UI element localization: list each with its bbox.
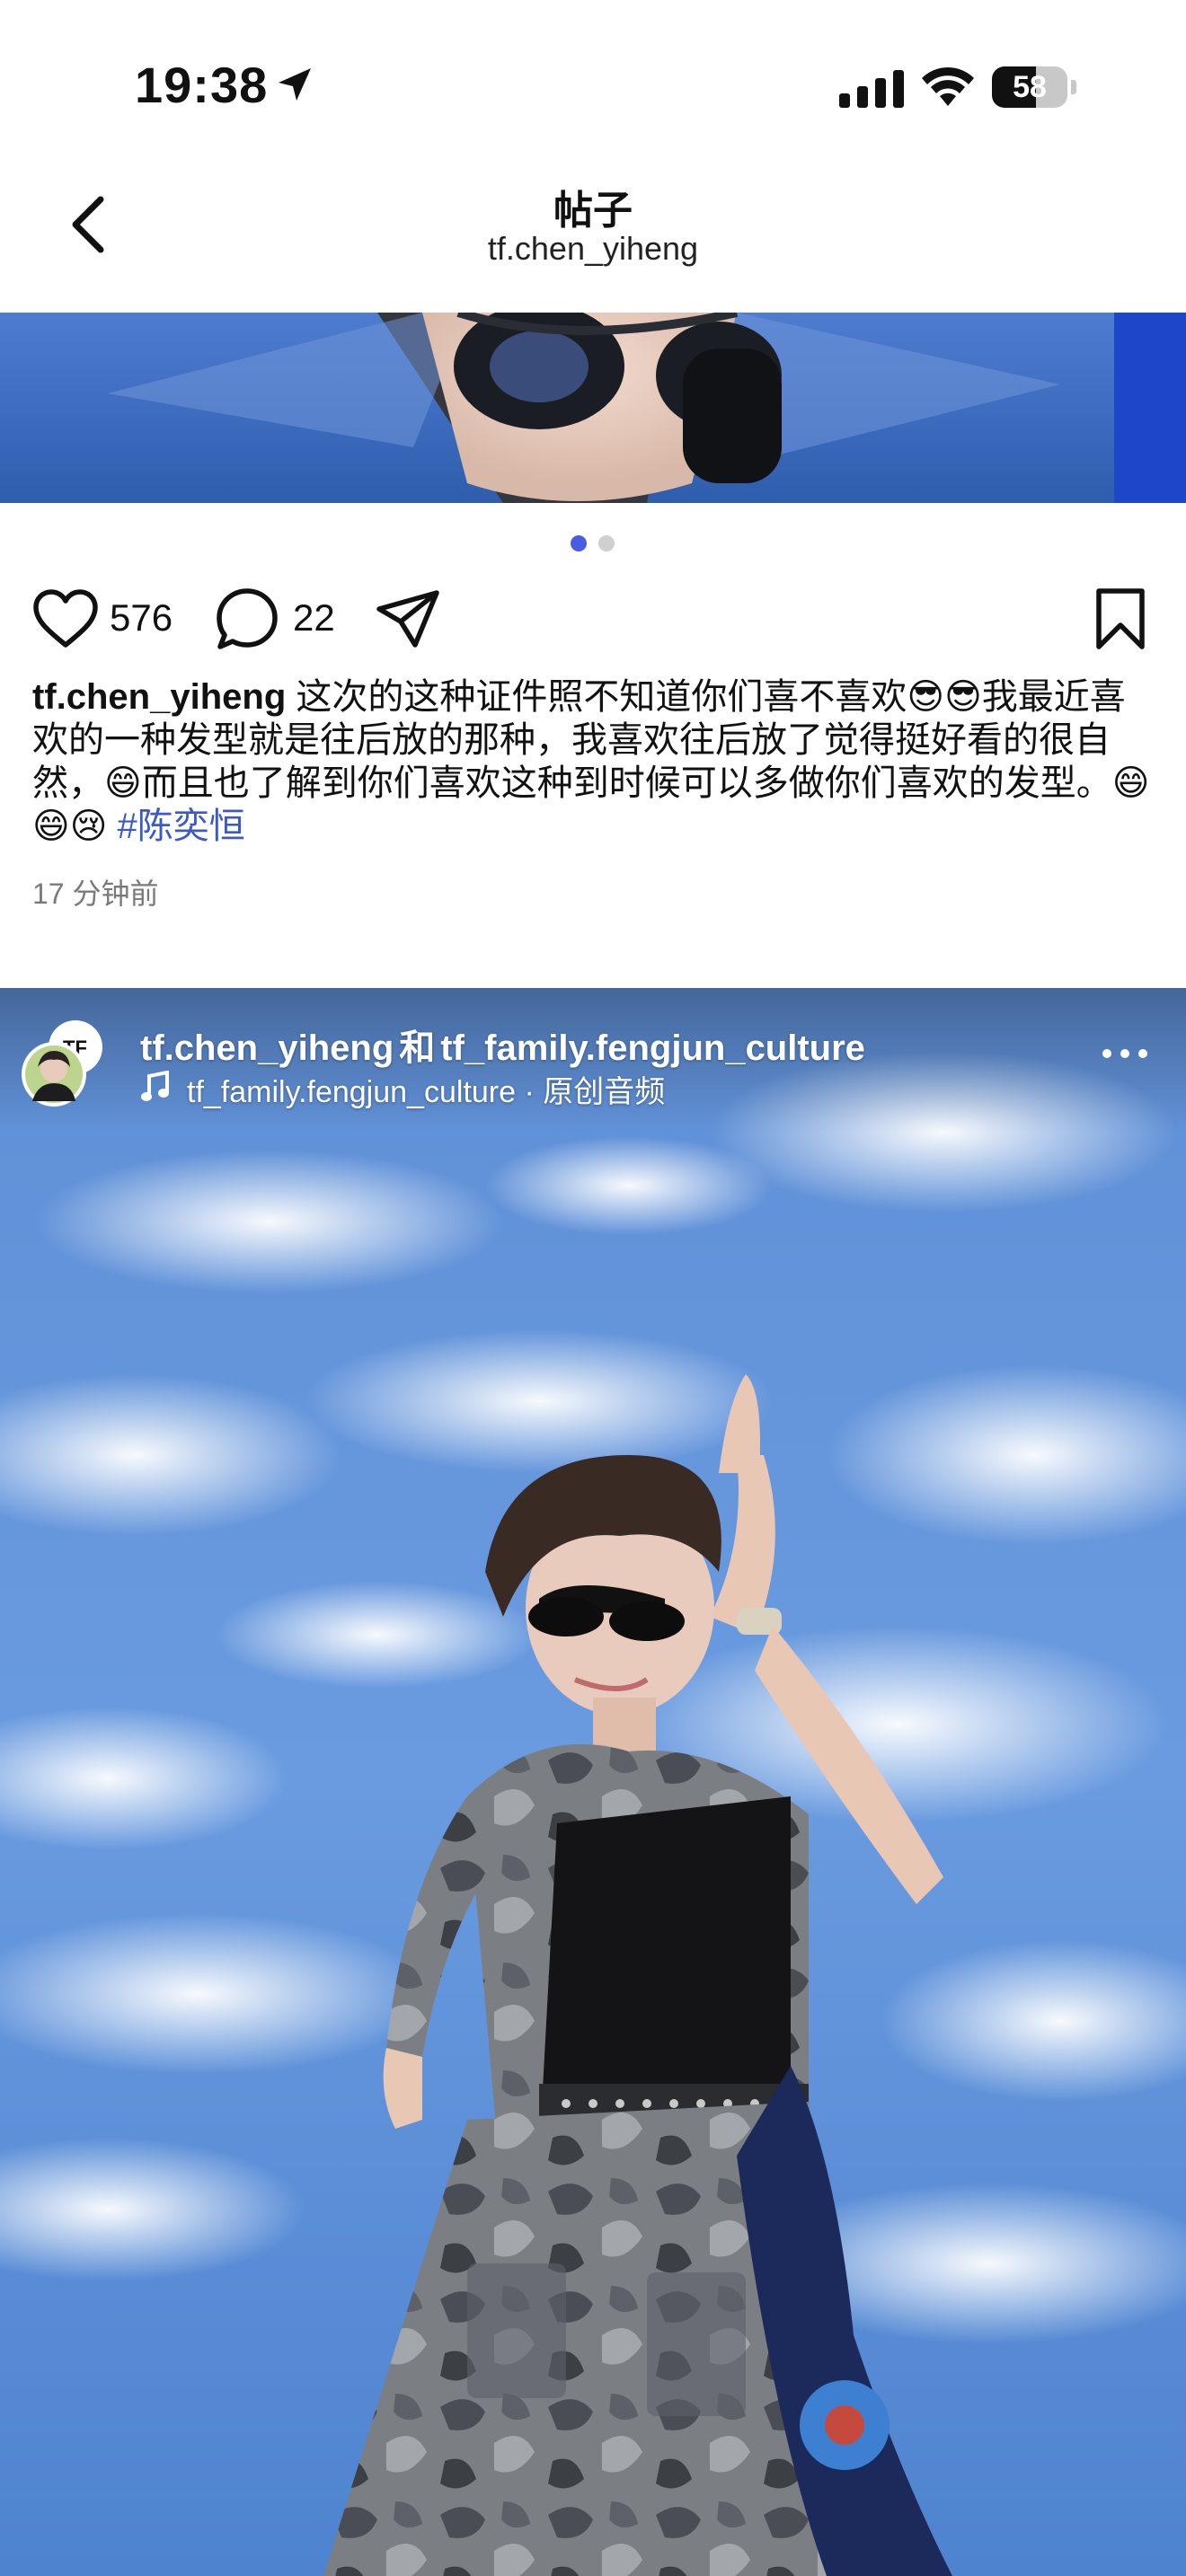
collab-joiner: 和 xyxy=(399,1028,436,1068)
post-timestamp: 17 分钟前 xyxy=(32,878,159,910)
status-time: 19:38 xyxy=(135,57,269,113)
audio-separator: · xyxy=(516,1075,544,1109)
collab-username-2[interactable]: tf_family.fengjun_culture xyxy=(440,1028,865,1068)
signal-bars-icon xyxy=(839,70,904,108)
collab-username-1[interactable]: tf.chen_yiheng xyxy=(140,1028,394,1068)
back-button[interactable] xyxy=(54,180,126,269)
battery-icon: 58 xyxy=(992,66,1067,108)
comment-icon[interactable] xyxy=(216,587,279,650)
carousel-dot-active xyxy=(571,535,587,551)
carousel-dot xyxy=(598,535,615,551)
caption-username[interactable]: tf.chen_yiheng xyxy=(32,677,286,717)
video-frame xyxy=(0,988,1186,2576)
collab-title: tf.chen_yiheng 和 tf_family.fengjun_culture xyxy=(140,1019,865,1071)
page-subtitle[interactable]: tf.chen_yiheng xyxy=(323,230,863,268)
more-dots-icon[interactable] xyxy=(1098,1040,1152,1067)
chevron-left-icon xyxy=(72,196,104,253)
audio-label[interactable]: 原创音频 xyxy=(543,1075,665,1109)
bookmark-icon[interactable] xyxy=(1094,587,1146,650)
caption-hashtag[interactable]: #陈奕恒 xyxy=(118,807,245,846)
like-count[interactable]: 576 xyxy=(110,596,173,640)
comment-count[interactable]: 22 xyxy=(293,596,335,640)
page-title: 帖子 xyxy=(553,189,633,233)
location-arrow-icon xyxy=(279,68,311,101)
share-icon[interactable] xyxy=(376,589,440,648)
wifi-icon xyxy=(922,66,974,106)
audio-info[interactable]: tf_family.fengjun_culture · 原创音频 xyxy=(140,1067,665,1111)
video-post[interactable]: TF tf.chen_yiheng 和 tf_family.fengjun_cult… xyxy=(0,988,1186,2576)
audio-account[interactable]: tf_family.fengjun_culture xyxy=(187,1075,516,1109)
post-photo[interactable] xyxy=(0,313,1186,503)
avatar: TF xyxy=(22,1020,102,1107)
heart-icon[interactable] xyxy=(32,589,99,648)
battery-cap xyxy=(1071,80,1076,94)
battery-indicator: 58 xyxy=(992,66,1076,108)
carousel-indicator xyxy=(0,535,1186,553)
collab-avatars[interactable]: TF xyxy=(20,1019,110,1108)
post-caption: tf.chen_yiheng 这次的这种证件照不知道你们喜不喜欢😎😎我最近喜欢的… xyxy=(32,675,1155,848)
post-photo-illustration xyxy=(0,313,1186,503)
battery-level: 58 xyxy=(1013,70,1047,104)
